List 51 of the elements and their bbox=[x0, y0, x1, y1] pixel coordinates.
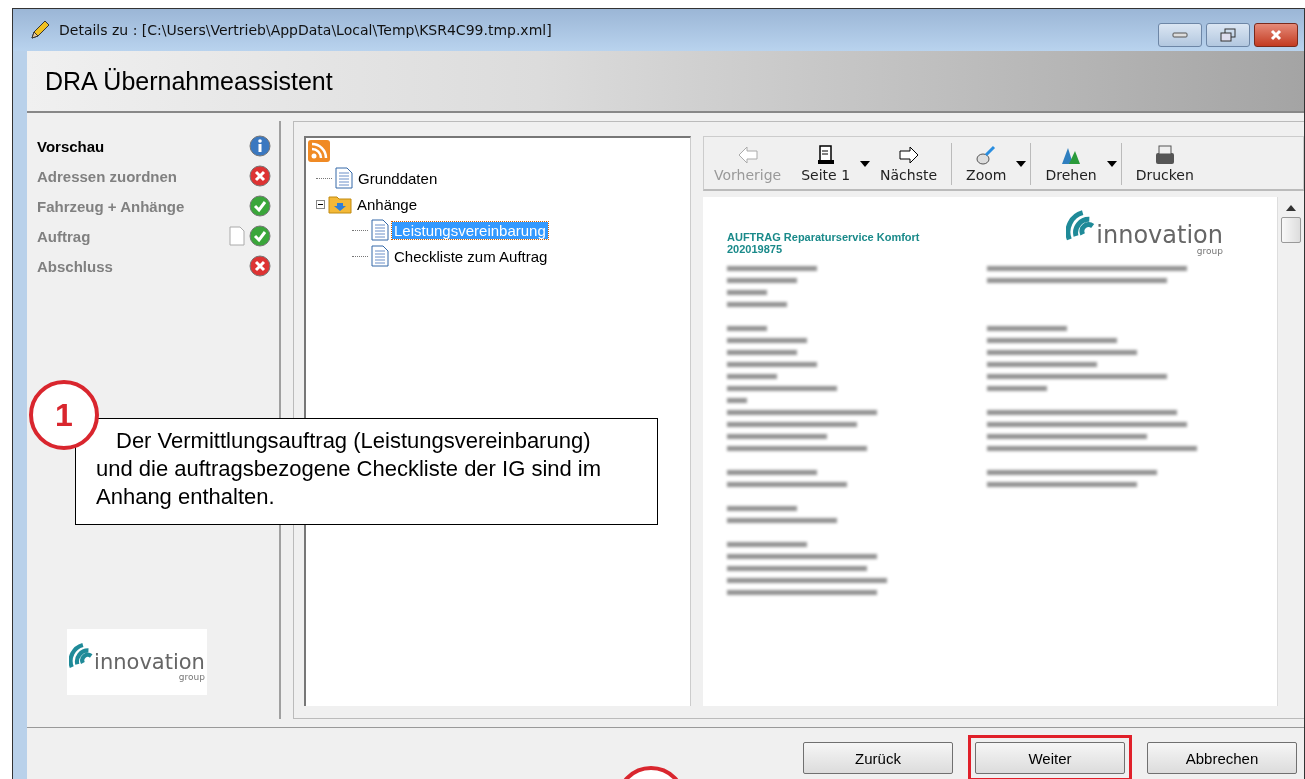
arrow-right-icon bbox=[898, 145, 919, 165]
caret-icon[interactable] bbox=[860, 161, 871, 167]
page-icon bbox=[815, 145, 836, 165]
wizard-title: DRA Übernahmeassistent bbox=[45, 66, 333, 96]
logo-subtitle: group bbox=[1196, 247, 1223, 256]
toolbar-button[interactable]: Zoom bbox=[956, 139, 1017, 189]
toolbar-button[interactable]: Nächste bbox=[870, 139, 948, 189]
caret-icon[interactable] bbox=[1106, 161, 1117, 167]
caret-icon[interactable] bbox=[1016, 161, 1027, 167]
folder-icon bbox=[328, 194, 352, 214]
logo-name: innovation bbox=[1096, 223, 1223, 247]
swirl-logo-icon bbox=[69, 642, 95, 670]
tree-item[interactable]: Anhänge bbox=[355, 195, 420, 213]
scroll-up-icon bbox=[1286, 205, 1296, 211]
window-title: Details zu : [C:\Users\Vertrieb\AppData\Local\Temp\KSR4C99.tmp.xml] bbox=[59, 22, 553, 38]
minimize-icon bbox=[1172, 32, 1188, 38]
toolbar-button[interactable]: Drucken bbox=[1125, 139, 1204, 189]
swirl-logo-icon bbox=[1066, 209, 1097, 243]
pencil-icon bbox=[29, 19, 51, 41]
wizard-step[interactable]: Vorschau bbox=[37, 137, 245, 155]
tree-item[interactable]: Grunddaten bbox=[356, 169, 440, 187]
printer-icon bbox=[1154, 145, 1175, 165]
rss-icon bbox=[308, 140, 330, 162]
wizard-button[interactable]: Abbrechen bbox=[1147, 742, 1297, 774]
toolbar-button[interactable]: Drehen bbox=[1035, 139, 1107, 189]
document-title: AUFTRAG Reparaturservice Komfort bbox=[727, 231, 920, 243]
close-icon bbox=[1270, 29, 1282, 41]
restore-icon bbox=[1220, 28, 1236, 42]
collapse-toggle[interactable] bbox=[316, 199, 325, 209]
error-icon bbox=[249, 165, 271, 187]
magnifier-icon bbox=[976, 145, 997, 165]
check-icon bbox=[249, 195, 271, 217]
document-icon bbox=[371, 219, 389, 241]
document-icon bbox=[335, 167, 353, 189]
wizard-button[interactable]: Weiter bbox=[975, 742, 1125, 774]
info-icon bbox=[249, 135, 271, 157]
logo-subtitle: group bbox=[178, 673, 205, 682]
document-icon bbox=[371, 245, 389, 267]
tree-item[interactable]: Checkliste zum Auftrag bbox=[392, 247, 550, 265]
callout-note: Der Vermittlungsauftrag (Leistungsvereinbarung) und die auftragsbezogene Checkliste der IG sind im Anhang enthalten. bbox=[75, 418, 658, 525]
blank-page-icon bbox=[229, 226, 245, 246]
logo-name: innovation bbox=[94, 652, 205, 673]
document-number: 202019875 bbox=[727, 243, 784, 255]
error-icon bbox=[249, 255, 271, 277]
wizard-button[interactable]: Zurück bbox=[803, 742, 953, 774]
toolbar-button[interactable]: Seite 1 bbox=[791, 139, 861, 189]
check-icon bbox=[249, 225, 271, 247]
arrow-left-icon bbox=[737, 145, 758, 165]
scroll-thumb[interactable] bbox=[1281, 217, 1301, 243]
close-button[interactable] bbox=[1254, 23, 1298, 47]
minimize-button[interactable] bbox=[1158, 23, 1202, 47]
